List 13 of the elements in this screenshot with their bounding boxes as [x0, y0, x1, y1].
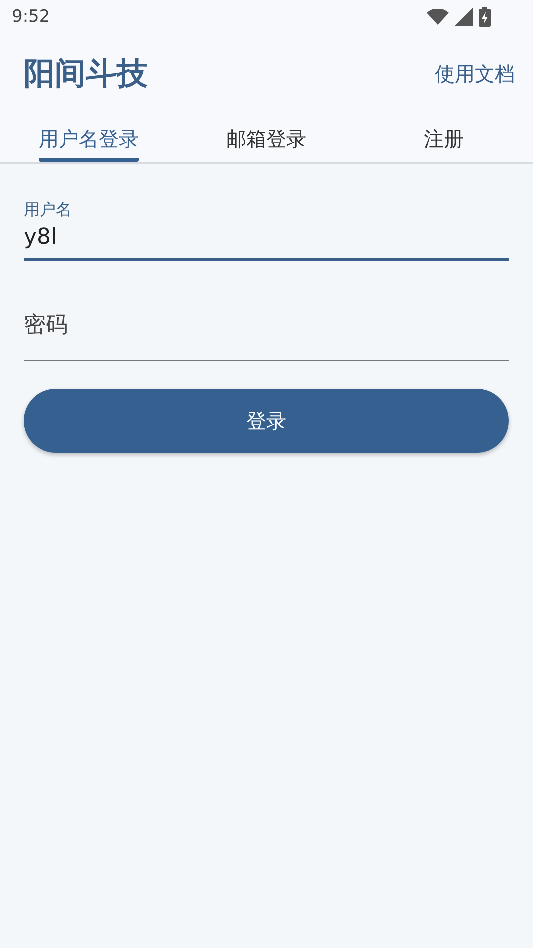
signal-icon	[455, 8, 473, 26]
docs-link[interactable]: 使用文档	[435, 60, 515, 88]
app-title: 阳间斗技	[24, 55, 148, 94]
tab[interactable]: 邮箱登录	[226, 106, 306, 162]
field-label: 用户名	[24, 200, 73, 221]
battery-icon	[479, 7, 491, 27]
login-button[interactable]: 登录	[24, 389, 509, 453]
tab[interactable]: 注册	[424, 106, 464, 162]
password-field[interactable]: 密码	[24, 309, 509, 361]
username-field[interactable]: y8l	[24, 221, 509, 261]
tab[interactable]: 用户名登录	[38, 106, 139, 162]
status-time: 9:52	[12, 7, 50, 27]
wifi-icon	[427, 9, 449, 25]
